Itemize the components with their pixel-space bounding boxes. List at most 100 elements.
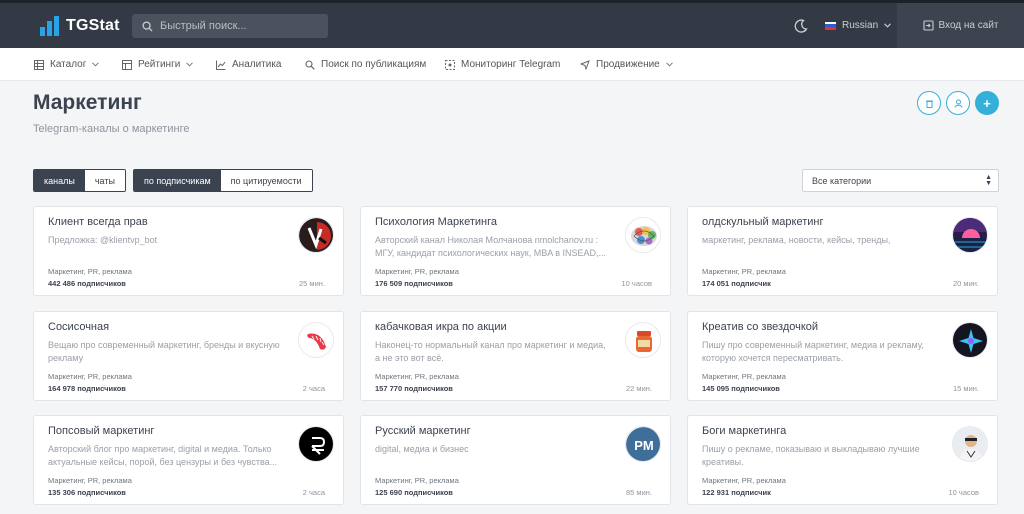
subscriber-count: 176 509 bbox=[375, 279, 403, 288]
toggle-chats[interactable]: чаты bbox=[84, 170, 125, 191]
channel-last-post-time: 2 часа bbox=[302, 384, 325, 393]
subscriber-word: подписчиков bbox=[404, 488, 453, 497]
channel-title[interactable]: Боги маркетинга bbox=[702, 425, 786, 437]
channel-card[interactable]: Психология Маркетинга Авторский канал Ник… bbox=[360, 206, 671, 296]
channel-category: Маркетинг, PR, реклама bbox=[48, 476, 132, 485]
channel-last-post-time: 10 часов bbox=[948, 488, 980, 497]
search-input[interactable] bbox=[160, 20, 320, 32]
page-title: Маркетинг bbox=[33, 91, 142, 114]
search-icon bbox=[142, 20, 153, 32]
channel-card[interactable]: кабачковая икра по акции Наконец-то норма… bbox=[360, 311, 671, 401]
sort-by-subscribers[interactable]: по подписчикам bbox=[134, 170, 221, 191]
channel-avatar[interactable] bbox=[952, 217, 988, 253]
channel-category: Маркетинг, PR, реклама bbox=[375, 267, 459, 276]
nav-item-promotion[interactable]: Продвижение bbox=[580, 48, 673, 81]
channel-subscribers: 176 509 подписчиков bbox=[375, 279, 453, 288]
login-label: Вход на сайт bbox=[938, 20, 999, 31]
channel-card[interactable]: Русский маркетинг digital, медиа и бизнес… bbox=[360, 415, 671, 505]
subscriber-count: 122 931 bbox=[702, 488, 730, 497]
moon-icon[interactable] bbox=[794, 19, 808, 33]
analytics-icon bbox=[216, 60, 226, 70]
channel-title[interactable]: Клиент всегда прав bbox=[48, 216, 148, 228]
channel-card[interactable]: олдскульный маркетинг маркетинг, реклама,… bbox=[687, 206, 998, 296]
channel-title[interactable]: Креатив со звездочкой bbox=[702, 321, 818, 333]
delete-button[interactable] bbox=[917, 91, 941, 115]
channel-card[interactable]: Сосисочная Вещаю про современный маркетин… bbox=[33, 311, 344, 401]
channel-avatar[interactable] bbox=[298, 217, 334, 253]
logo[interactable]: TGStat bbox=[40, 16, 120, 36]
select-arrows-icon: ▲ ▼ bbox=[985, 174, 992, 187]
channel-avatar[interactable] bbox=[952, 426, 988, 462]
subscriber-word: подписчиков bbox=[77, 384, 126, 393]
channel-avatar[interactable] bbox=[625, 217, 661, 253]
channel-subscribers: 164 978 подписчиков bbox=[48, 384, 126, 393]
ratings-icon bbox=[122, 59, 132, 70]
subscriber-count: 164 978 bbox=[48, 384, 76, 393]
add-button[interactable]: + bbox=[975, 91, 999, 115]
type-toggle: каналы чаты bbox=[33, 169, 126, 192]
subscriber-count: 442 486 bbox=[48, 279, 76, 288]
channel-last-post-time: 10 часов bbox=[621, 279, 653, 288]
channel-category: Маркетинг, PR, реклама bbox=[702, 476, 786, 485]
channel-avatar[interactable]: PM bbox=[625, 426, 661, 462]
avatar-rm-text: PM bbox=[634, 438, 654, 453]
channel-card[interactable]: Попсовый маркетинг Авторский блог про мар… bbox=[33, 415, 344, 505]
channel-subscribers: 135 306 подписчиков bbox=[48, 488, 126, 497]
channel-subscribers: 157 770 подписчиков bbox=[375, 384, 453, 393]
subscriber-word: подписчиков bbox=[404, 279, 453, 288]
channel-description: Предложка: @klientvp_bot bbox=[48, 235, 158, 245]
nav-item-monitoring[interactable]: Мониторинг Telegram bbox=[445, 48, 560, 81]
channel-subscribers: 145 095 подписчиков bbox=[702, 384, 780, 393]
channel-title[interactable]: Попсовый маркетинг bbox=[48, 425, 154, 437]
category-select[interactable]: Все категории ▲ ▼ bbox=[802, 169, 999, 192]
channel-last-post-time: 25 мин. bbox=[299, 279, 325, 288]
nav-item-ratings[interactable]: Рейтинги bbox=[122, 48, 194, 81]
chevron-down-icon bbox=[186, 62, 194, 67]
nav-item-catalog[interactable]: Каталог bbox=[34, 48, 100, 81]
language-label: Russian bbox=[842, 20, 879, 31]
channel-avatar[interactable] bbox=[952, 322, 988, 358]
channel-last-post-time: 22 мин. bbox=[626, 384, 652, 393]
chevron-down-icon bbox=[665, 62, 673, 67]
top-bar: TGStat Russian Вход на сайт bbox=[0, 0, 1024, 48]
channel-title[interactable]: Сосисочная bbox=[48, 321, 109, 333]
toggle-channels[interactable]: каналы bbox=[34, 170, 85, 191]
channel-description: Авторский канал Николая Молчанова nmolch… bbox=[375, 235, 607, 258]
sort-by-citation[interactable]: по цитируемости bbox=[220, 170, 312, 191]
logo-text: TGStat bbox=[66, 17, 120, 34]
channel-card[interactable]: Клиент всегда прав Предложка: @klientvp_b… bbox=[33, 206, 344, 296]
subscriber-word: подписчик bbox=[731, 279, 771, 288]
channel-description: Наконец-то нормальный канал про маркетин… bbox=[375, 340, 606, 363]
channel-avatar[interactable] bbox=[298, 322, 334, 358]
channel-last-post-time: 15 мин. bbox=[953, 384, 979, 393]
user-button[interactable] bbox=[946, 91, 970, 115]
channel-avatar[interactable] bbox=[625, 322, 661, 358]
channel-title[interactable]: Русский маркетинг bbox=[375, 425, 471, 437]
subscriber-count: 174 051 bbox=[702, 279, 730, 288]
language-selector[interactable]: Russian bbox=[825, 20, 892, 31]
channel-description: Вещаю про современный маркетинг, бренды … bbox=[48, 340, 280, 363]
channel-title[interactable]: Психология Маркетинга bbox=[375, 216, 497, 228]
subscriber-count: 135 306 bbox=[48, 488, 76, 497]
subscriber-word: подписчиков bbox=[404, 384, 453, 393]
channel-category: Маркетинг, PR, реклама bbox=[48, 267, 132, 276]
channel-avatar[interactable] bbox=[298, 426, 334, 462]
channel-card[interactable]: Креатив со звездочкой Пишу про современны… bbox=[687, 311, 998, 401]
channel-subscribers: 174 051 подписчик bbox=[702, 279, 771, 288]
chevron-down-icon bbox=[884, 23, 892, 28]
nav-item-analytics[interactable]: Аналитика bbox=[216, 48, 282, 81]
channel-card[interactable]: Боги маркетинга Пишу о рекламе, показываю… bbox=[687, 415, 998, 505]
logo-icon bbox=[40, 16, 60, 36]
russia-flag-icon bbox=[825, 21, 836, 30]
login-button[interactable]: Вход на сайт bbox=[897, 3, 1024, 48]
channel-category: Маркетинг, PR, реклама bbox=[375, 476, 459, 485]
search-box[interactable] bbox=[132, 14, 328, 38]
plus-icon: + bbox=[983, 95, 991, 111]
channel-title[interactable]: олдскульный маркетинг bbox=[702, 216, 824, 228]
nav-item-search-posts[interactable]: Поиск по публикациям bbox=[305, 48, 426, 81]
subscriber-word: подписчик bbox=[731, 488, 771, 497]
channel-description: digital, медиа и бизнес bbox=[375, 444, 469, 454]
channel-title[interactable]: кабачковая икра по акции bbox=[375, 321, 507, 333]
subscriber-count: 157 770 bbox=[375, 384, 403, 393]
monitor-icon bbox=[445, 59, 455, 70]
